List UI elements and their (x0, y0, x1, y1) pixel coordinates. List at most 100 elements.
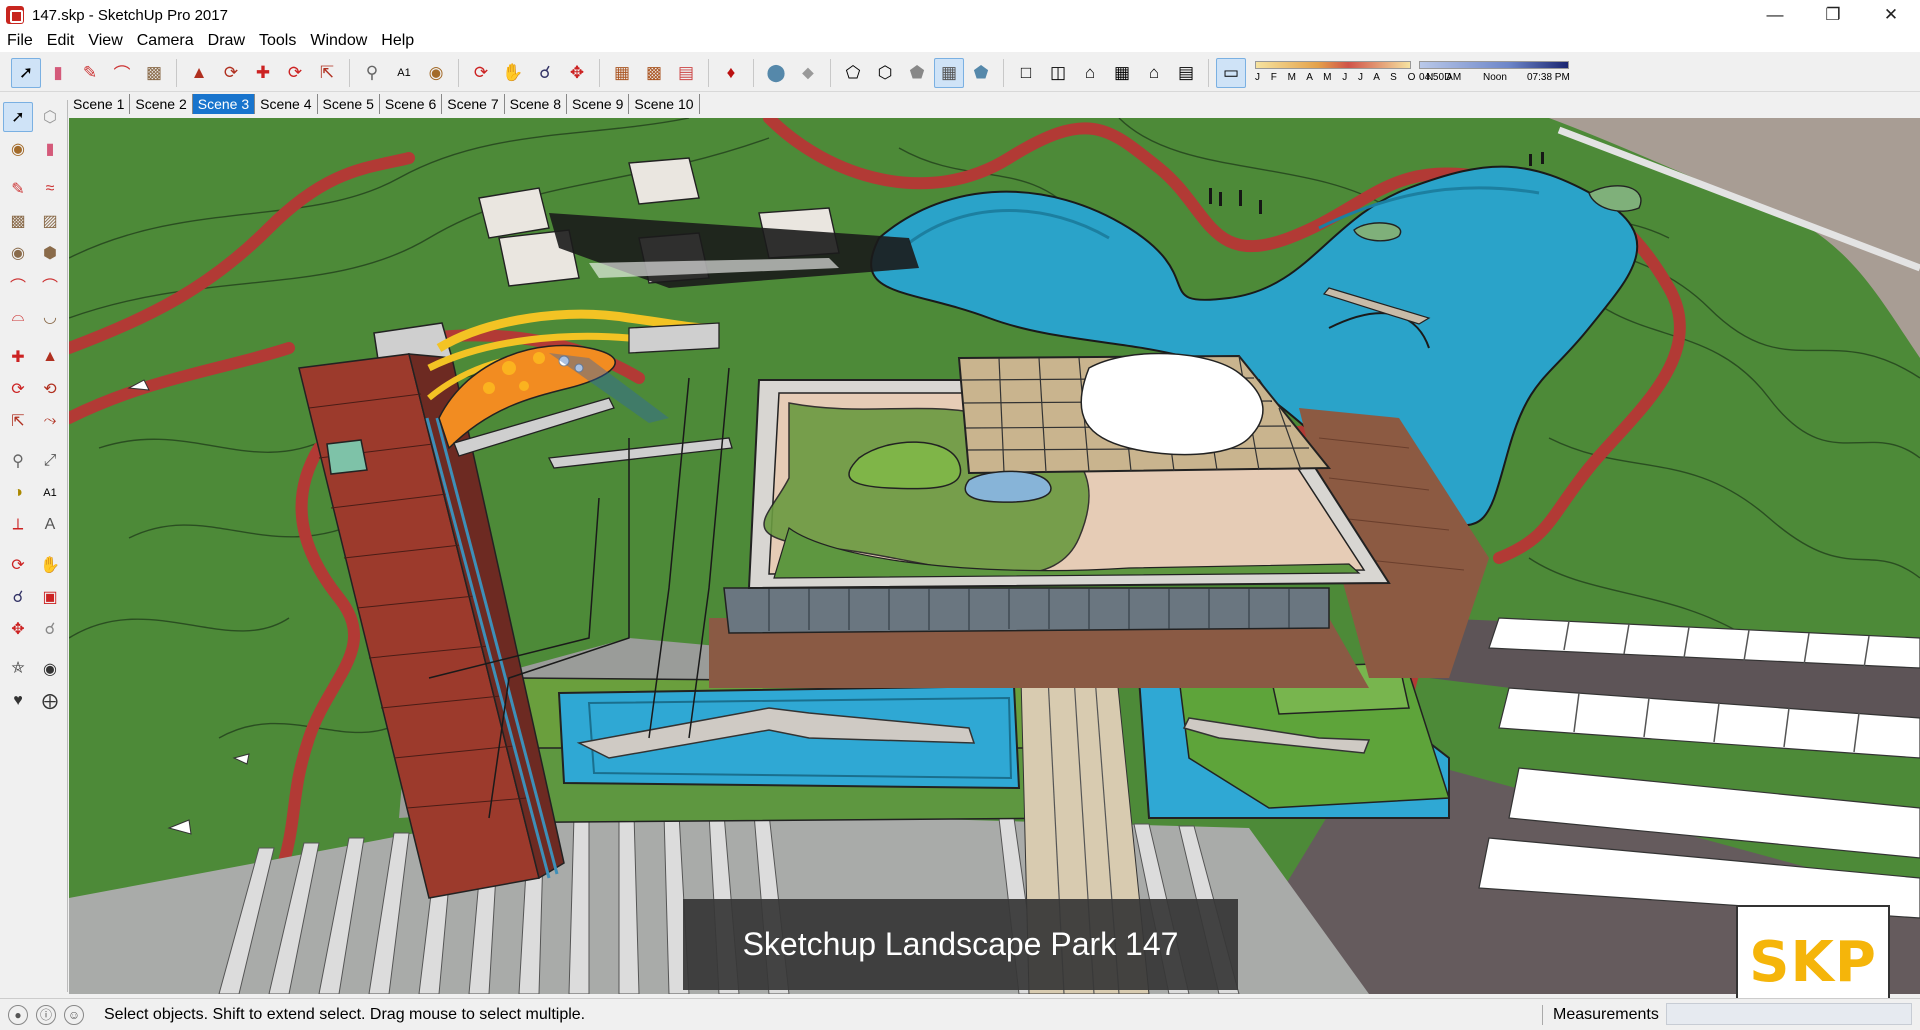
3d-warehouse-icon[interactable]: ▦ (607, 58, 637, 88)
close-icon[interactable]: ✕ (1862, 0, 1920, 30)
top-view-icon[interactable]: ◫ (1043, 58, 1073, 88)
left-view-icon[interactable]: ▤ (1171, 58, 1201, 88)
menu-help[interactable]: Help (374, 32, 421, 50)
shaded-icon[interactable]: ⬟ (902, 58, 932, 88)
iso-view-icon[interactable]: □ (1011, 58, 1041, 88)
two-point-arc-icon[interactable]: ⌒ (35, 270, 65, 300)
menu-view[interactable]: View (81, 32, 129, 50)
three-point-arc-icon[interactable]: ⌓ (3, 302, 33, 332)
x-ray-icon[interactable]: ⬤ (761, 58, 791, 88)
scale-icon[interactable]: ⇱ (312, 58, 342, 88)
push-pull-icon[interactable]: ▲ (184, 58, 214, 88)
geo-location-icon[interactable]: ● (8, 1004, 28, 1025)
look-around-icon[interactable]: ◉ (35, 654, 65, 684)
eraser-icon[interactable]: ▮ (43, 58, 73, 88)
polygon-icon[interactable]: ⬢ (35, 238, 65, 268)
shadows-icon[interactable]: ▭ (1216, 57, 1246, 88)
text-icon[interactable]: A1 (35, 478, 65, 508)
select-icon[interactable]: ➚ (3, 102, 33, 132)
tab-scene-4[interactable]: Scene 4 (255, 94, 318, 114)
menu-edit[interactable]: Edit (40, 32, 82, 50)
protractor-icon[interactable]: ◑ (3, 478, 33, 508)
tab-scene-1[interactable]: Scene 1 (68, 94, 131, 114)
menu-draw[interactable]: Draw (201, 32, 252, 50)
menu-window[interactable]: Window (303, 32, 374, 50)
position-camera-icon[interactable]: ⛤ (3, 654, 33, 684)
time-start-label: 04:50 AM (1419, 71, 1462, 83)
section-plane-icon[interactable]: ⨁ (35, 686, 65, 716)
offset-icon[interactable]: ⤳ (35, 406, 65, 436)
arc-icon[interactable]: ⌒ (107, 58, 137, 88)
zoom-icon[interactable]: ☌ (530, 58, 560, 88)
extension-warehouse-icon[interactable]: ▩ (639, 58, 669, 88)
tab-scene-8[interactable]: Scene 8 (505, 94, 567, 114)
previous-view-icon[interactable]: ☌ (35, 614, 65, 644)
zoom-window-icon[interactable]: ▣ (35, 582, 65, 612)
back-view-icon[interactable]: ⌂ (1139, 58, 1169, 88)
shaded-textures-icon[interactable]: ▦ (934, 57, 964, 88)
shadow-time-slider[interactable]: 04:50 AM Noon 07:38 PM (1419, 58, 1571, 88)
model-viewport[interactable] (69, 118, 1920, 994)
zoom-extents-icon[interactable]: ✥ (562, 58, 592, 88)
tape-measure-icon[interactable]: ⚲ (3, 446, 33, 476)
circle-icon[interactable]: ◉ (3, 238, 33, 268)
pan-icon[interactable]: ✋ (35, 550, 65, 580)
pie-icon[interactable]: ◡ (35, 302, 65, 332)
tab-scene-9[interactable]: Scene 9 (567, 94, 630, 114)
wireframe-icon[interactable]: ⬠ (838, 58, 868, 88)
menu-tools[interactable]: Tools (252, 32, 303, 50)
tab-scene-6[interactable]: Scene 6 (380, 94, 443, 114)
rotate-icon[interactable]: ⟳ (280, 58, 310, 88)
orbit-icon[interactable]: ⟳ (3, 550, 33, 580)
paint-bucket-icon[interactable]: ◉ (421, 58, 451, 88)
ruby-icon[interactable]: ♦ (716, 58, 746, 88)
line-icon[interactable]: ✎ (3, 174, 33, 204)
measurements-input[interactable] (1666, 1003, 1912, 1025)
layout-icon[interactable]: ▤ (671, 58, 701, 88)
right-view-icon[interactable]: ▦ (1107, 58, 1137, 88)
zoom-icon[interactable]: ☌ (3, 582, 33, 612)
scale-icon[interactable]: ⇱ (3, 406, 33, 436)
rectangle-icon[interactable]: ▩ (3, 206, 33, 236)
menu-camera[interactable]: Camera (130, 32, 201, 50)
account-icon[interactable]: ☺ (64, 1004, 84, 1025)
move-icon[interactable]: ✚ (3, 342, 33, 372)
monochrome-icon[interactable]: ⬟ (966, 58, 996, 88)
tab-scene-2[interactable]: Scene 2 (130, 94, 193, 114)
menu-file[interactable]: File (0, 32, 40, 50)
paint-bucket-icon[interactable]: ◉ (3, 134, 33, 164)
tab-scene-5[interactable]: Scene 5 (318, 94, 380, 114)
tab-scene-7[interactable]: Scene 7 (442, 94, 505, 114)
rotate-icon[interactable]: ⟳ (3, 374, 33, 404)
tab-scene-10[interactable]: Scene 10 (629, 94, 700, 114)
shadow-month-slider[interactable]: J F M A M J J A S O N D (1253, 58, 1451, 88)
rotated-rectangle-icon[interactable]: ▨ (35, 206, 65, 236)
3d-text-icon[interactable]: A (35, 510, 65, 540)
back-edges-icon[interactable]: ⬥ (793, 58, 823, 88)
walk-icon[interactable]: ♥ (3, 686, 33, 716)
pan-icon[interactable]: ✋ (498, 58, 528, 88)
make-component-icon[interactable]: ⬡ (35, 102, 65, 132)
tape-measure-icon[interactable]: ⚲ (357, 58, 387, 88)
push-pull-icon[interactable]: ▲ (35, 342, 65, 372)
arc-icon[interactable]: ⌒ (3, 270, 33, 300)
move-icon[interactable]: ✚ (248, 58, 278, 88)
axes-icon[interactable]: ⟂ (3, 510, 33, 540)
follow-me-icon[interactable]: ⟳ (216, 58, 246, 88)
hidden-line-icon[interactable]: ⬡ (870, 58, 900, 88)
zoom-extents-icon[interactable]: ✥ (3, 614, 33, 644)
front-view-icon[interactable]: ⌂ (1075, 58, 1105, 88)
text-icon[interactable]: A1 (389, 58, 419, 88)
pencil-icon[interactable]: ✎ (75, 58, 105, 88)
dimension-icon[interactable]: ⤢ (35, 446, 65, 476)
rectangle-icon[interactable]: ▩ (139, 58, 169, 88)
freehand-icon[interactable]: ≈ (35, 174, 65, 204)
orbit-icon[interactable]: ⟳ (466, 58, 496, 88)
tab-scene-3[interactable]: Scene 3 (192, 94, 256, 114)
select-icon[interactable]: ➚ (11, 57, 41, 88)
maximize-icon[interactable]: ❐ (1804, 0, 1862, 30)
credits-icon[interactable]: ⓘ (36, 1004, 56, 1025)
follow-me-icon[interactable]: ⟲ (35, 374, 65, 404)
minimize-icon[interactable]: — (1746, 0, 1804, 30)
eraser-icon[interactable]: ▮ (35, 134, 65, 164)
